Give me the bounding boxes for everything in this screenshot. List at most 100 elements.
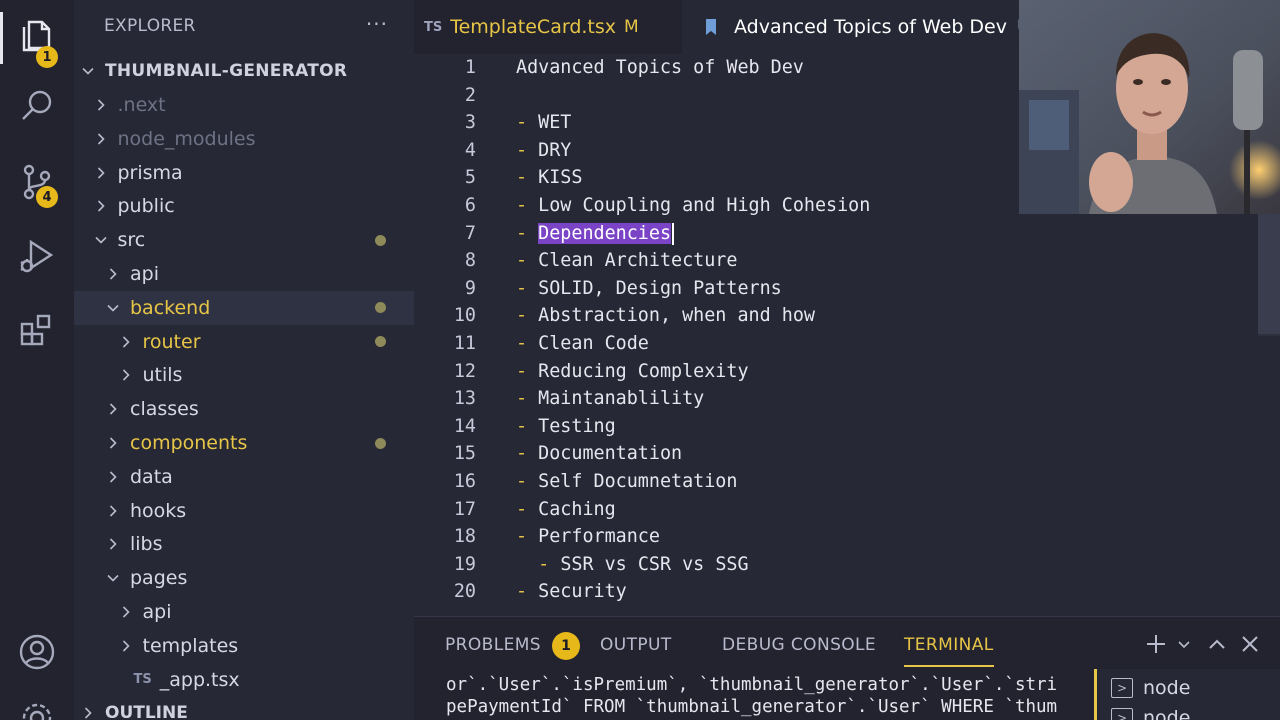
folder-item[interactable]: data xyxy=(74,460,414,494)
code-line[interactable]: 8 - Clean Architecture xyxy=(414,247,1280,274)
line-number: 8 xyxy=(464,250,476,272)
folder-item[interactable]: pages xyxy=(74,561,414,595)
code-line[interactable]: 11 - Clean Code xyxy=(414,330,1280,357)
tab-label: Advanced Topics of Web Dev xyxy=(734,16,1007,38)
code-line[interactable]: 16 - Self Documnetation xyxy=(414,468,1280,495)
problems-count-badge: 1 xyxy=(552,632,580,660)
line-content: - Documentation xyxy=(516,440,682,467)
list-bullet: - xyxy=(516,250,539,272)
line-text: Caching xyxy=(538,498,616,520)
source-control-button[interactable]: 4 xyxy=(0,154,74,214)
line-content: Advanced Topics of Web Dev xyxy=(516,54,804,81)
typescript-file-icon: TS xyxy=(424,19,443,35)
terminal-instance[interactable]: > node xyxy=(1111,677,1190,699)
line-number: 16 xyxy=(453,471,476,492)
folder-item[interactable]: hooks xyxy=(74,494,414,528)
terminal-icon: > xyxy=(1111,678,1133,698)
chevron-right-icon xyxy=(82,707,94,719)
run-debug-button[interactable] xyxy=(0,228,74,288)
line-content: - Clean Architecture xyxy=(516,247,737,274)
folder-item[interactable]: api xyxy=(74,257,414,291)
chevron-right-icon xyxy=(107,505,119,517)
line-number: 3 xyxy=(464,112,476,134)
extensions-button[interactable] xyxy=(0,302,74,362)
folder-item[interactable]: utils xyxy=(74,358,414,392)
search-icon xyxy=(17,86,57,130)
new-terminal-button[interactable] xyxy=(1143,631,1169,657)
account-button[interactable] xyxy=(0,624,74,684)
code-line[interactable]: 15 - Documentation xyxy=(414,440,1280,467)
explorer-button[interactable]: 1 xyxy=(0,8,74,68)
line-number: 5 xyxy=(464,167,476,189)
code-line[interactable]: 10 - Abstraction, when and how xyxy=(414,302,1280,329)
tab-templatecard[interactable]: TS TemplateCard.tsx M xyxy=(414,0,682,54)
code-line[interactable]: 7 - Dependencies xyxy=(414,220,1280,247)
chevron-right-icon xyxy=(95,200,107,212)
folder-item[interactable]: api xyxy=(74,595,414,629)
folder-item[interactable]: src xyxy=(74,223,414,257)
code-line[interactable]: 19 - SSR vs CSR vs SSG xyxy=(414,551,1280,578)
list-bullet: - xyxy=(516,167,539,189)
folder-item[interactable]: components xyxy=(74,426,414,460)
folder-item[interactable]: .next xyxy=(74,88,414,122)
line-text: Clean Code xyxy=(538,333,649,354)
outline-section[interactable]: OUTLINE xyxy=(74,696,414,720)
folder-item[interactable]: node_modules xyxy=(74,122,414,156)
list-bullet: - xyxy=(516,581,539,603)
tree-item-label: data xyxy=(130,465,173,488)
folder-item[interactable]: prisma xyxy=(74,156,414,190)
folder-item[interactable]: templates xyxy=(74,629,414,663)
line-text: Abstraction, when and how xyxy=(538,305,815,327)
project-root[interactable]: THUMBNAIL-GENERATOR xyxy=(74,54,414,88)
line-content: - Caching xyxy=(516,496,616,523)
chevron-right-icon xyxy=(107,403,119,415)
line-number: 11 xyxy=(453,333,476,354)
code-line[interactable]: 13 - Maintanablility xyxy=(414,385,1280,412)
terminal-list: > node > node xyxy=(1094,669,1280,720)
line-number: 6 xyxy=(464,195,476,216)
line-number: 17 xyxy=(453,498,476,520)
folder-item[interactable]: backend xyxy=(74,290,414,325)
line-content: - DRY xyxy=(516,137,571,164)
line-text: KISS xyxy=(538,167,583,189)
search-button[interactable] xyxy=(0,78,74,138)
chevron-up-icon xyxy=(1204,631,1230,657)
line-number: 14 xyxy=(453,415,476,437)
code-line[interactable]: 20 - Security xyxy=(414,578,1280,605)
line-content: - Low Coupling and High Cohesion xyxy=(516,192,870,219)
settings-button[interactable] xyxy=(0,690,74,720)
tab-debug-console[interactable]: DEBUG CONSOLE xyxy=(722,635,876,655)
terminal-dropdown-button[interactable] xyxy=(1171,631,1190,657)
tab-output[interactable]: OUTPUT xyxy=(600,635,672,655)
bottom-panel: PROBLEMS 1 OUTPUT DEBUG CONSOLE TERMINAL… xyxy=(414,616,1280,720)
tree-item-label: src xyxy=(117,229,146,252)
code-line[interactable]: 14 - Testing xyxy=(414,413,1280,440)
line-content: - Self Documnetation xyxy=(516,468,737,495)
folder-item[interactable]: public xyxy=(74,189,414,223)
line-content: - Dependencies xyxy=(516,220,675,247)
line-content: - Reducing Complexity xyxy=(516,358,749,385)
selected-text: Dependencies xyxy=(538,222,672,244)
terminal-instance[interactable]: > node xyxy=(1111,707,1190,720)
code-line[interactable]: 9 - SOLID, Design Patterns xyxy=(414,275,1280,302)
chevron-down-icon xyxy=(82,65,94,77)
list-bullet: - xyxy=(516,195,539,216)
line-content: - Clean Code xyxy=(516,330,649,357)
maximize-panel-button[interactable] xyxy=(1204,631,1230,657)
run-debug-icon xyxy=(17,236,57,280)
close-panel-button[interactable] xyxy=(1237,631,1263,657)
file-item[interactable]: TS _app.tsx xyxy=(74,663,414,697)
line-number: 10 xyxy=(453,305,476,327)
list-bullet: - xyxy=(516,443,539,465)
tree-item-label: classes xyxy=(130,398,199,421)
tab-problems[interactable]: PROBLEMS xyxy=(445,635,541,655)
code-line[interactable]: 12 - Reducing Complexity xyxy=(414,358,1280,385)
tab-terminal[interactable]: TERMINAL xyxy=(904,635,994,667)
folder-item[interactable]: router xyxy=(74,325,414,359)
folder-item[interactable]: classes xyxy=(74,392,414,426)
more-actions-button[interactable]: ··· xyxy=(366,12,388,36)
code-line[interactable]: 18 - Performance xyxy=(414,523,1280,550)
modified-dot xyxy=(375,437,386,449)
code-line[interactable]: 17 - Caching xyxy=(414,496,1280,523)
folder-item[interactable]: libs xyxy=(74,527,414,561)
